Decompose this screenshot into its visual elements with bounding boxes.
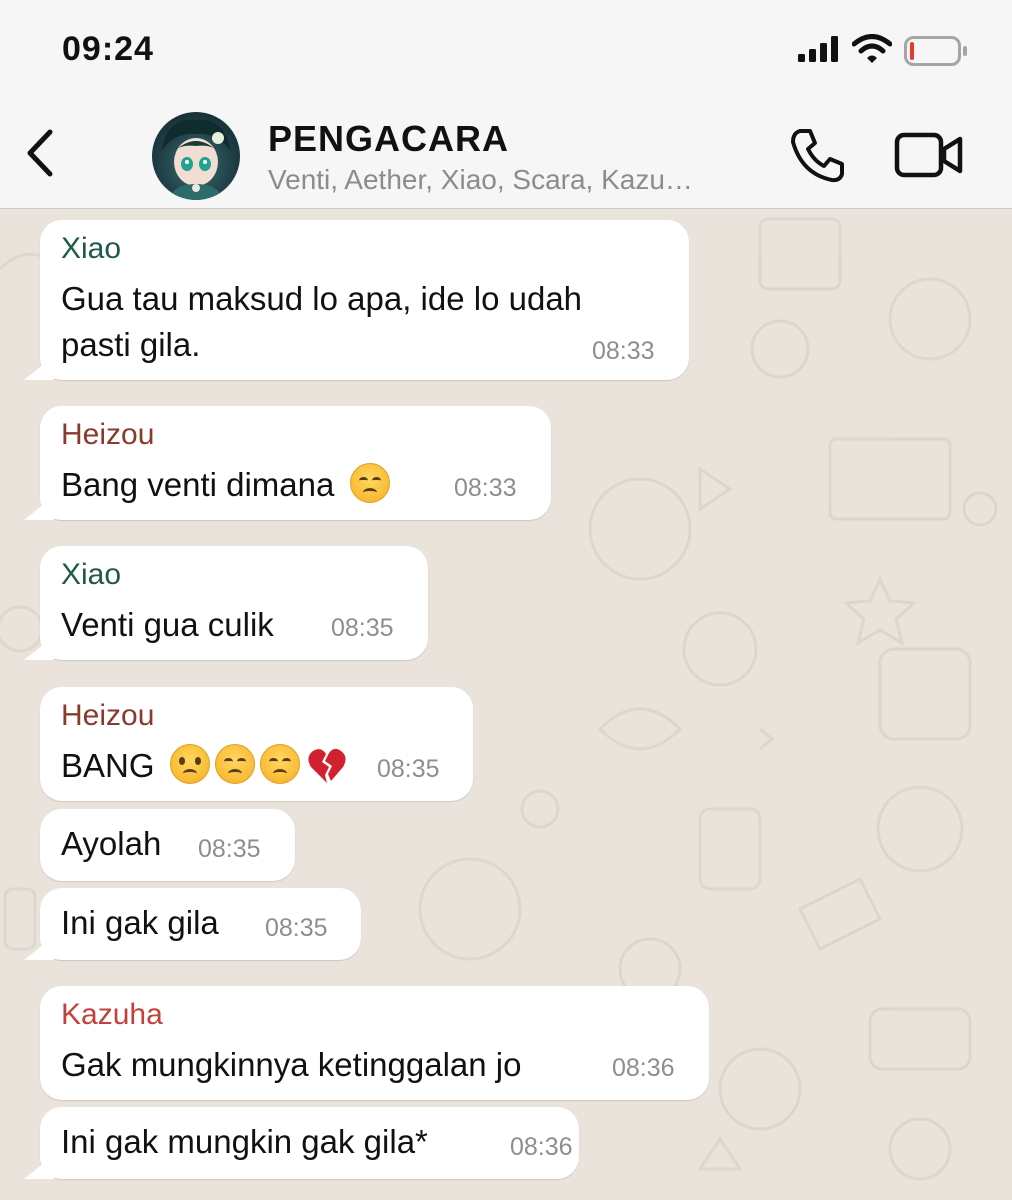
message-timestamp: 08:36 <box>612 1054 675 1082</box>
message-text: Gak mungkinnya ketinggalan jo <box>61 1046 522 1083</box>
message-bubble[interactable]: Xiao Gua tau maksud lo apa, ide lo udah … <box>40 220 689 380</box>
voice-call-icon[interactable] <box>788 126 846 184</box>
message-bubble[interactable]: Ini gak gila 08:35 <box>40 888 361 960</box>
message-text: pasti gila. <box>61 326 201 363</box>
message-text: Gua tau maksud lo apa, ide lo udah <box>61 280 583 317</box>
message-text: BANG <box>61 743 347 789</box>
pensive-face-icon <box>349 463 390 503</box>
message-bubble[interactable]: Kazuha Gak mungkinnya ketinggalan jo 08:… <box>40 986 709 1100</box>
message-bubble[interactable]: Heizou Bang venti dimana 08:33 <box>40 406 551 520</box>
frowning-face-icon <box>169 744 210 784</box>
message-sender: Heizou <box>61 699 155 732</box>
message-timestamp: 08:35 <box>377 755 440 783</box>
message-bubble[interactable]: Ayolah 08:35 <box>40 809 295 881</box>
status-bar: 09:24 <box>0 0 1012 100</box>
message-body: Bang venti dimana <box>61 466 335 503</box>
message-timestamp: 08:35 <box>265 914 328 942</box>
chat-members[interactable]: Venti, Aether, Xiao, Scara, Kazu… <box>268 164 693 196</box>
message-sender: Xiao <box>61 232 122 265</box>
message-text: Ini gak gila <box>61 904 219 941</box>
message-bubble[interactable]: Heizou BANG 08:35 <box>40 687 473 801</box>
message-timestamp: 08:36 <box>510 1133 573 1161</box>
message-body: BANG <box>61 747 155 784</box>
broken-heart-icon <box>308 748 346 783</box>
message-timestamp: 08:33 <box>592 337 655 365</box>
pensive-face-icon <box>260 744 301 784</box>
chat-title[interactable]: PENGACARA <box>268 118 509 160</box>
pensive-face-icon <box>214 744 255 784</box>
clock: 09:24 <box>62 30 154 68</box>
back-chevron-icon[interactable] <box>22 128 56 178</box>
message-sender: Xiao <box>61 558 122 591</box>
message-sender: Heizou <box>61 418 155 451</box>
group-avatar[interactable] <box>152 112 240 200</box>
message-timestamp: 08:33 <box>454 474 517 502</box>
message-text: Ini gak mungkin gak gila* <box>61 1123 428 1160</box>
message-text: Bang venti dimana <box>61 462 390 508</box>
message-timestamp: 08:35 <box>331 614 394 642</box>
video-call-icon[interactable] <box>894 132 964 178</box>
wifi-icon <box>852 34 892 63</box>
message-text: Venti gua culik <box>61 606 274 643</box>
battery-low-icon <box>904 36 967 66</box>
message-timestamp: 08:35 <box>198 835 261 863</box>
avatar-illustration-icon <box>162 119 230 200</box>
message-bubble[interactable]: Xiao Venti gua culik 08:35 <box>40 546 428 660</box>
cellular-signal-icon <box>798 36 838 62</box>
message-sender: Kazuha <box>61 998 163 1031</box>
message-bubble[interactable]: Ini gak mungkin gak gila* 08:36 <box>40 1107 579 1179</box>
chat-header: PENGACARA Venti, Aether, Xiao, Scara, Ka… <box>0 100 1012 209</box>
message-text: Ayolah <box>61 825 162 862</box>
chat-area[interactable]: Xiao Gua tau maksud lo apa, ide lo udah … <box>0 209 1012 1200</box>
